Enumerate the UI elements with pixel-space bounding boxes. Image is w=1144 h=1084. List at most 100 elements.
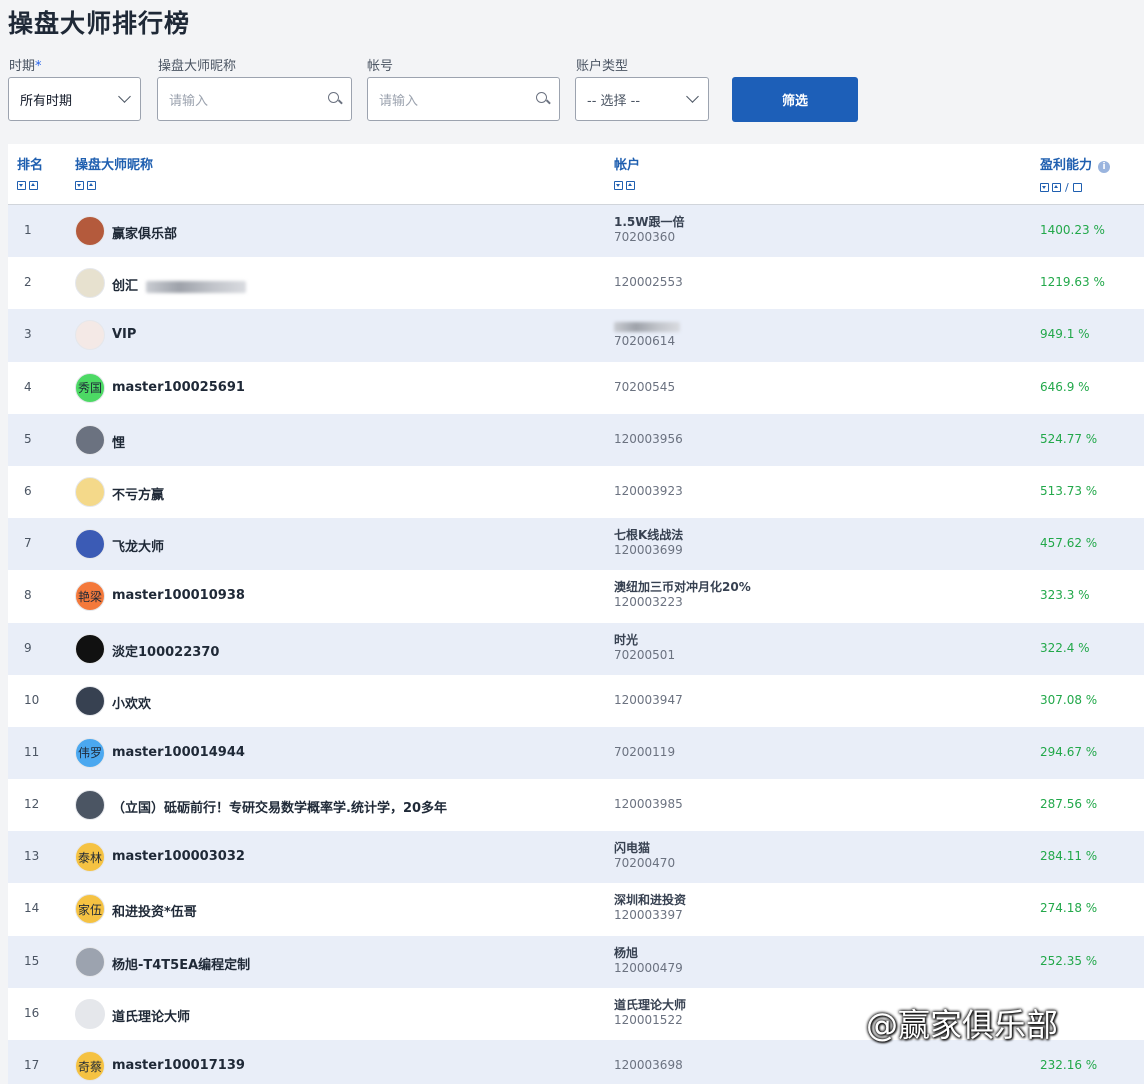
- account-alias: 澳纽加三币对冲月化20%: [614, 580, 751, 595]
- table-row[interactable]: 10 小欢欢 120003947 307.08 %: [8, 675, 1144, 727]
- table-row[interactable]: 4 秀国 master100025691 70200545 646.9 %: [8, 362, 1144, 414]
- column-header-account[interactable]: 帐户: [614, 154, 640, 173]
- avatar[interactable]: 秀国: [75, 372, 105, 403]
- filter-button[interactable]: 筛选: [732, 77, 858, 122]
- rank-cell: 5: [24, 431, 32, 446]
- avatar[interactable]: 艳梁: [75, 581, 105, 612]
- avatar[interactable]: 家伍: [75, 894, 105, 925]
- account-number: 120003397: [614, 908, 683, 923]
- account-type-select-value: -- 选择 --: [587, 93, 641, 109]
- avatar[interactable]: [75, 268, 105, 299]
- sort-ascending-icon[interactable]: [29, 181, 38, 190]
- table-row[interactable]: 13 泰林 master100003032 闪电猫 70200470 284.11 %: [8, 831, 1144, 884]
- sort-descending-icon[interactable]: [614, 181, 623, 190]
- account-cell: 1.5W跟一倍 70200360: [614, 215, 685, 245]
- sort-descending-icon[interactable]: [75, 181, 84, 190]
- account-number: 70200614: [614, 334, 676, 349]
- trader-name-link[interactable]: 和进投资*伍哥: [112, 901, 197, 920]
- trader-name-link[interactable]: 赢家俱乐部: [112, 223, 177, 242]
- table-row[interactable]: 6 不亏方赢 120003923 513.73 %: [8, 466, 1144, 518]
- avatar[interactable]: 伟罗: [75, 737, 105, 768]
- account-input[interactable]: 请输入: [367, 77, 560, 121]
- trader-name-link[interactable]: 悝: [112, 432, 125, 451]
- column-header-rank[interactable]: 排名: [17, 154, 43, 173]
- trader-name: 赢家俱乐部: [112, 227, 178, 242]
- account-cell: 70200614: [614, 319, 680, 349]
- sort-ascending-icon[interactable]: [1052, 183, 1061, 192]
- sort-descending-icon[interactable]: [1040, 183, 1049, 192]
- trader-name-link[interactable]: master100017139: [112, 1058, 245, 1073]
- avatar[interactable]: [75, 998, 105, 1029]
- profit-value: 322.4 %: [1040, 640, 1090, 655]
- table-row[interactable]: 1 赢家俱乐部 1.5W跟一倍 70200360 1400.23 %: [8, 205, 1144, 258]
- rank-cell: 2: [24, 275, 32, 290]
- account-type-select[interactable]: -- 选择 --: [575, 77, 709, 121]
- column-header-name[interactable]: 操盘大师昵称: [75, 154, 153, 173]
- avatar[interactable]: [75, 685, 105, 716]
- account-sort-controls: [614, 181, 635, 190]
- trader-name-link[interactable]: 道氏理论大师: [112, 1006, 190, 1025]
- search-icon[interactable]: [536, 92, 551, 106]
- rank-cell: 12: [24, 797, 40, 812]
- table-row[interactable]: 14 家伍 和进投资*伍哥 深圳和进投资 120003397 274.18 %: [8, 883, 1144, 935]
- avatar[interactable]: [75, 529, 105, 560]
- table-row[interactable]: 8 艳梁 master100010938 澳纽加三币对冲月化20% 120003223 3…: [8, 570, 1144, 622]
- avatar[interactable]: 奇蔡: [75, 1051, 105, 1081]
- table-row[interactable]: 2 创汇 120002553 1219.63 %: [8, 257, 1144, 309]
- avatar[interactable]: [75, 946, 105, 977]
- table-row[interactable]: 7 飞龙大师 七根K线战法 120003699 457.62 %: [8, 518, 1144, 571]
- rank-cell: 1: [24, 223, 32, 237]
- trader-name-link[interactable]: 创汇: [112, 275, 247, 294]
- account-number: 120003956: [614, 431, 683, 446]
- column-header-profit[interactable]: 盈利能力 i: [1040, 154, 1111, 173]
- account-alias: 1.5W跟一倍: [614, 215, 685, 229]
- avatar[interactable]: [75, 424, 105, 455]
- avatar[interactable]: [75, 216, 105, 246]
- rank-cell: 15: [24, 953, 40, 968]
- trader-name-link[interactable]: 飞龙大师: [112, 536, 164, 555]
- table-row[interactable]: 5 悝 120003956 524.77 %: [8, 413, 1144, 466]
- account-cell: 深圳和进投资 120003397: [614, 893, 686, 923]
- avatar[interactable]: [75, 476, 105, 507]
- trader-name-link[interactable]: VIP: [112, 327, 136, 342]
- trader-name: VIP: [112, 327, 137, 343]
- trader-name-link[interactable]: （立国）砥砺前行！专研交易数学概率学.统计学，20多年: [112, 797, 447, 816]
- avatar[interactable]: 泰林: [75, 842, 105, 873]
- table-row[interactable]: 17 奇蔡 master100017139 120003698 232.16 %: [8, 1040, 1144, 1084]
- account-cell: 闪电猫 70200470: [614, 841, 675, 871]
- avatar[interactable]: [75, 790, 105, 821]
- trader-name-link[interactable]: master100014944: [112, 745, 245, 760]
- trader-name: 悝: [112, 435, 126, 451]
- period-select[interactable]: 所有时期: [8, 77, 141, 121]
- table-row[interactable]: 12 （立国）砥砺前行！专研交易数学概率学.统计学，20多年 120003985 28…: [8, 779, 1144, 831]
- table-row[interactable]: 15 杨旭-T4T5EA编程定制 杨旭 120000479 252.35 %: [8, 935, 1144, 988]
- search-icon[interactable]: [328, 92, 343, 106]
- table-row[interactable]: 9 淡定100022370 时光 70200501 322.4 %: [8, 622, 1144, 675]
- sort-descending-icon[interactable]: [17, 181, 26, 190]
- nickname-input[interactable]: 请输入: [157, 77, 352, 121]
- account-alias: 深圳和进投资: [614, 893, 687, 908]
- trader-name-link[interactable]: 杨旭-T4T5EA编程定制: [112, 954, 250, 973]
- info-icon[interactable]: i: [1098, 161, 1111, 173]
- trader-name-link[interactable]: 不亏方赢: [112, 484, 164, 503]
- account-alias: 时光: [614, 632, 639, 647]
- sort-ascending-icon[interactable]: [626, 181, 635, 190]
- table-row[interactable]: 11 伟罗 master100014944 70200119 294.67 %: [8, 726, 1144, 780]
- trader-name-link[interactable]: master100003032: [112, 849, 245, 864]
- avatar[interactable]: [75, 633, 105, 664]
- rank-cell: 4: [24, 379, 32, 394]
- account-type-label: 账户类型: [576, 59, 629, 74]
- period-label: 时期*: [9, 59, 42, 74]
- table-row[interactable]: 3 VIP 70200614 949.1 %: [8, 309, 1144, 362]
- avatar[interactable]: [75, 320, 105, 351]
- rank-cell: 3: [24, 327, 32, 342]
- trader-name-link[interactable]: master100010938: [112, 588, 245, 603]
- trader-name-link[interactable]: 淡定100022370: [112, 641, 219, 660]
- trader-name-link[interactable]: 小欢欢: [112, 693, 151, 712]
- trader-name-link[interactable]: master100025691: [112, 380, 245, 395]
- nickname-input-placeholder: 请输入: [169, 93, 209, 109]
- sort-ascending-icon[interactable]: [87, 181, 96, 190]
- chart-toggle-icon[interactable]: [1072, 183, 1082, 192]
- rank-cell: 6: [24, 483, 32, 498]
- account-number: 120003698: [614, 1058, 683, 1072]
